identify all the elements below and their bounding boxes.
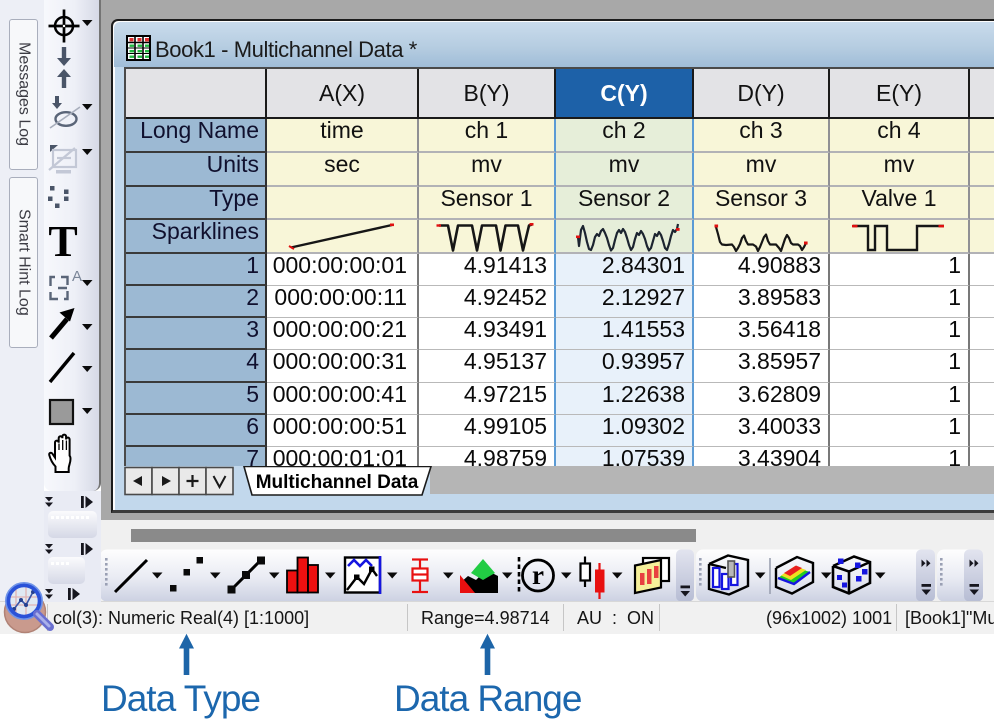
svg-text:r: r	[532, 560, 544, 590]
svg-text:T: T	[48, 217, 77, 266]
svg-text:Multichannel Data: Multichannel Data	[256, 472, 419, 493]
svg-text:A: A	[72, 268, 82, 285]
